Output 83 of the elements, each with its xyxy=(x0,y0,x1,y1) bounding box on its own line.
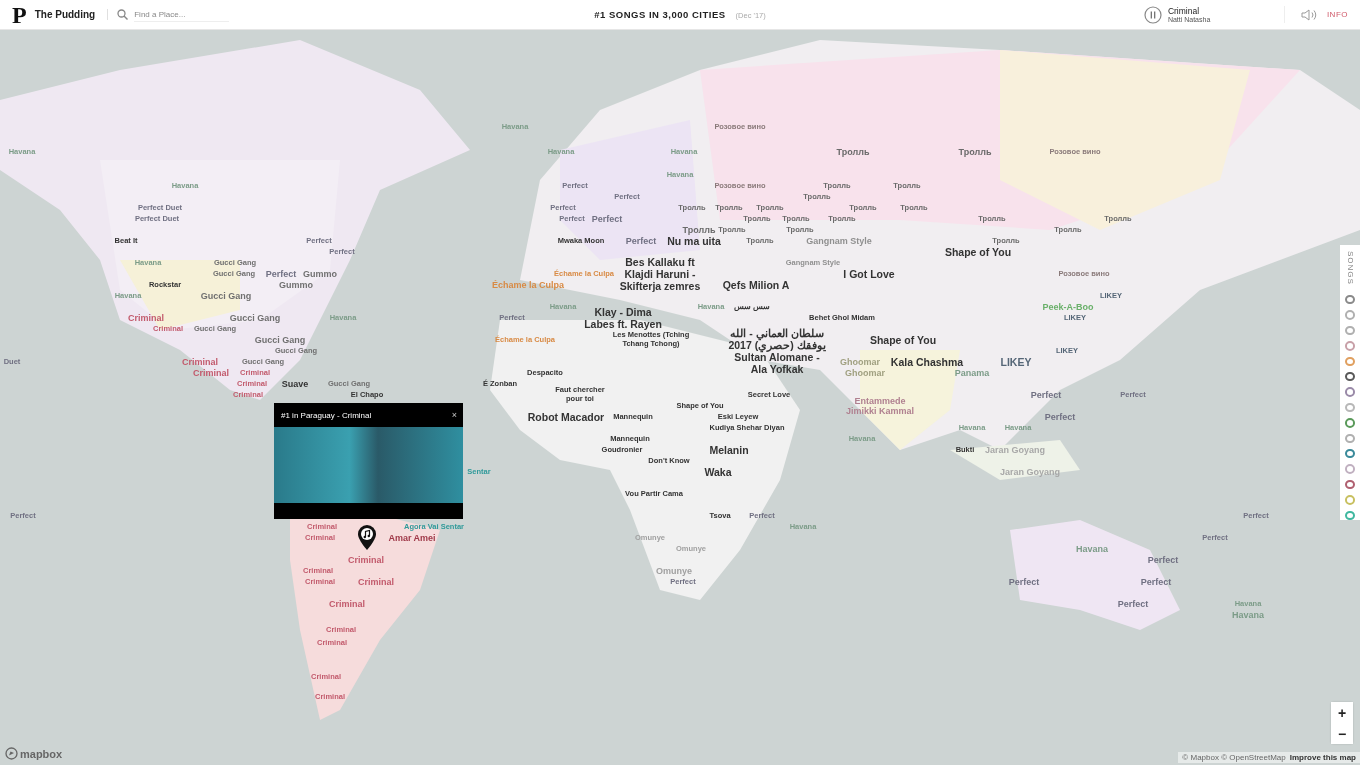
song-dot[interactable] xyxy=(1345,479,1355,490)
song-label: Shape of You xyxy=(944,245,1012,259)
legend-title: SONGS xyxy=(1345,251,1355,285)
song-label: Havana xyxy=(1232,609,1264,621)
logo[interactable]: P xyxy=(12,2,27,27)
song-label: Criminal xyxy=(193,367,229,379)
song-dot[interactable] xyxy=(1345,325,1355,336)
song-label: Nu ma uita xyxy=(667,234,721,248)
song-label: Entammede Jimikki Kammal xyxy=(844,395,915,417)
song-label: Jaran Goyang xyxy=(1000,466,1060,478)
song-dot[interactable] xyxy=(1345,464,1355,474)
song-label: Robot Macador xyxy=(527,410,605,424)
song-label: Échame la Culpa xyxy=(492,279,564,291)
song-dot[interactable] xyxy=(1345,371,1355,382)
song-label: Gucci Gang xyxy=(254,334,306,346)
song-label: Ghoomar xyxy=(845,367,885,379)
song-label: Perfect xyxy=(591,213,623,225)
song-label: Kala Chashma xyxy=(890,355,964,369)
song-label: Havana xyxy=(1076,543,1108,555)
song-label: Тролль xyxy=(836,146,870,158)
song-dot[interactable] xyxy=(1345,341,1355,351)
song-dot[interactable] xyxy=(1345,418,1355,428)
song-label: Perfect xyxy=(1117,598,1149,610)
song-label: Тролль xyxy=(682,224,716,236)
song-label: Perfect xyxy=(265,268,297,280)
song-label: Omunye xyxy=(656,565,692,577)
speaker-icon[interactable] xyxy=(1300,8,1318,21)
song-label: Criminal xyxy=(329,598,365,610)
song-label: Perfect xyxy=(1008,576,1040,588)
song-label: Gucci Gang xyxy=(200,290,252,302)
song-dot[interactable] xyxy=(1345,402,1355,413)
song-label: Perfect xyxy=(1044,411,1076,423)
song-label: Criminal xyxy=(182,356,218,368)
song-label: Panama xyxy=(954,367,990,379)
song-label: Shape of You xyxy=(869,333,937,347)
song-label: Criminal xyxy=(128,312,164,324)
song-dot[interactable] xyxy=(1345,433,1355,443)
song-label: Perfect xyxy=(1030,389,1062,401)
mapbox-logo[interactable]: mapbox xyxy=(20,747,63,760)
song-dot[interactable] xyxy=(1345,387,1355,397)
pause-icon[interactable] xyxy=(1143,5,1162,24)
song-label: Qefs Milion A xyxy=(722,278,790,292)
song-label: LIKEY xyxy=(1000,355,1032,369)
song-label: Peek-A-Boo xyxy=(1042,301,1094,313)
page-title: #1 SONGS IN 3,000 CITIES xyxy=(594,9,726,20)
song-label: Suave xyxy=(281,378,309,390)
song-label: Criminal xyxy=(348,554,384,566)
song-label: Waka xyxy=(704,465,732,479)
zoom-in-button[interactable]: + xyxy=(1331,702,1353,723)
zoom-out-button[interactable]: − xyxy=(1331,723,1353,744)
song-dot[interactable] xyxy=(1345,356,1355,366)
song-dot[interactable] xyxy=(1345,510,1355,520)
song-label: سلطان العماني - الله يوفقك (حصري) 2017 Sultan Alomane - Ala Yofkak xyxy=(727,326,827,376)
song-label: Bes Kallaku ft Klajdi Haruni - Skifterja zemres xyxy=(618,255,702,293)
popup-title: #1 in Paraguay - Criminal xyxy=(281,410,372,420)
song-label: Jaran Goyang xyxy=(985,444,1045,456)
song-label: Тролль xyxy=(958,146,992,158)
song-label: I Got Love xyxy=(843,267,895,281)
improve-map-link[interactable]: Improve this map xyxy=(1289,753,1356,762)
info-link[interactable]: INFO xyxy=(1326,10,1348,19)
song-label: Melanin xyxy=(709,443,749,457)
song-title: Criminal xyxy=(1167,6,1201,16)
song-label: Criminal xyxy=(358,576,394,588)
attribution-text: © Mapbox © OpenStreetMap xyxy=(1182,753,1286,762)
map-pin-icon xyxy=(357,524,377,551)
song-dot[interactable] xyxy=(1345,294,1355,305)
mapbox-logo-icon xyxy=(5,747,18,760)
song-label: Klay - Dima Labes ft. Rayen xyxy=(583,305,663,331)
song-label: Gummo xyxy=(303,268,337,280)
song-label: Perfect xyxy=(625,235,657,247)
site-name[interactable]: The Pudding xyxy=(34,9,109,20)
song-dot[interactable] xyxy=(1345,495,1355,505)
song-label: Ghoomar xyxy=(840,356,880,368)
song-dot[interactable] xyxy=(1345,448,1355,459)
song-label: Gucci Gang xyxy=(229,312,281,324)
song-label: Amar Amei xyxy=(388,532,436,544)
close-button[interactable]: × xyxy=(451,410,457,420)
search-icon xyxy=(117,9,129,20)
song-dot[interactable] xyxy=(1345,310,1355,320)
song-label: Perfect xyxy=(1147,554,1179,566)
song-label: Gangnam Style xyxy=(806,235,872,247)
song-label: Perfect xyxy=(1140,576,1172,588)
song-label: Gummo xyxy=(279,279,313,291)
